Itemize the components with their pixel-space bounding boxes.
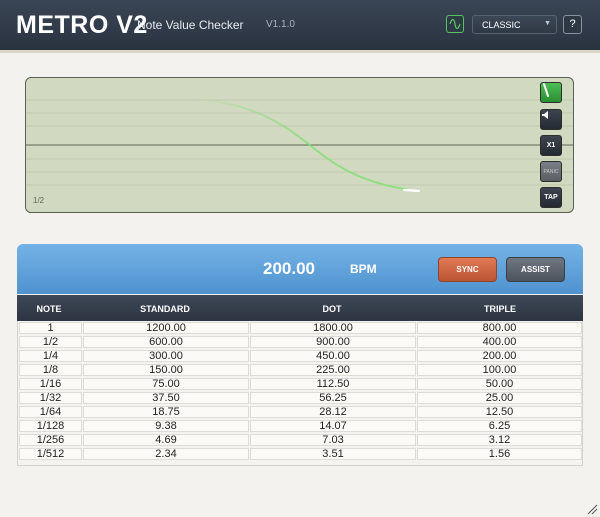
beat-trail-tip [402,188,421,193]
cell-triple: 3.12 [417,434,582,446]
preset-value: CLASSIC [482,20,521,30]
table-row: 1/512 2.34 3.51 1.56 [18,447,584,461]
cell-dot: 450.00 [250,350,416,362]
cell-dot: 112.50 [250,378,416,390]
version-label: V1.1.0 [266,19,295,30]
sine-wave-icon [449,19,461,29]
cell-standard: 1200.00 [83,322,249,334]
app-logo: METRO V2 [16,11,148,39]
panic-button[interactable]: PANIC [540,161,562,182]
bpm-panel: 200.00 BPM SYNC ASSIST [17,244,583,294]
help-button[interactable]: ? [563,15,582,34]
cell-standard: 9.38 [83,420,249,432]
cell-dot: 1800.00 [250,322,416,334]
column-header-note: NOTE [36,304,62,314]
table-row: 1/64 18.75 28.12 12.50 [18,405,584,419]
cell-dot: 7.03 [250,434,416,446]
bpm-value[interactable]: 200.00 [263,259,315,279]
graph-note-label: 1/2 [33,196,45,205]
cell-triple: 400.00 [417,336,582,348]
cell-note: 1/512 [19,448,82,460]
resize-grip-icon[interactable] [586,503,598,515]
cell-dot: 14.07 [250,420,416,432]
note-table-body: 1 1200.00 1800.00 800.00 1/2 600.00 900.00 400.… [17,321,583,466]
sync-button[interactable]: SYNC [438,257,497,282]
cell-note: 1/128 [19,420,82,432]
metronome-needle-icon [543,83,549,97]
preset-dropdown[interactable]: CLASSIC ▼ [472,15,557,34]
cell-note: 1/8 [19,364,82,376]
cell-note: 1/4 [19,350,82,362]
table-row: 1/4 300.00 450.00 200.00 [18,349,584,363]
tempo-graph: 1/2 X1 PANIC TAP [25,77,574,213]
cell-dot: 225.00 [250,364,416,376]
note-table-header: NOTE STANDARD DOT TRIPLE [17,295,583,321]
cell-note: 1/256 [19,434,82,446]
app-subtitle: Note Value Checker [137,18,244,32]
cell-note: 1/64 [19,406,82,418]
cell-standard: 4.69 [83,434,249,446]
table-row: 1/32 37.50 56.25 25.00 [18,391,584,405]
cell-triple: 800.00 [417,322,582,334]
column-header-triple: TRIPLE [483,304,517,314]
bpm-unit-label: BPM [350,262,377,276]
cell-triple: 25.00 [417,392,582,404]
header-divider [0,50,600,53]
table-row: 1/8 150.00 225.00 100.00 [18,363,584,377]
chevron-down-icon: ▼ [544,20,551,27]
cell-standard: 37.50 [83,392,249,404]
table-row: 1/256 4.69 7.03 3.12 [18,433,584,447]
cell-dot: 900.00 [250,336,416,348]
cell-triple: 1.56 [417,448,582,460]
cell-standard: 18.75 [83,406,249,418]
cell-triple: 6.25 [417,420,582,432]
cell-triple: 12.50 [417,406,582,418]
cell-dot: 28.12 [250,406,416,418]
tap-tempo-button[interactable]: TAP [540,187,562,208]
cell-note: 1/16 [19,378,82,390]
column-header-standard: STANDARD [140,304,190,314]
cell-note: 1/32 [19,392,82,404]
table-row: 1 1200.00 1800.00 800.00 [18,321,584,335]
cell-triple: 50.00 [417,378,582,390]
sound-toggle-button[interactable] [540,109,562,130]
cell-dot: 3.51 [250,448,416,460]
graph-canvas [26,97,573,193]
waveform-toggle-button[interactable] [446,15,464,33]
cell-dot: 56.25 [250,392,416,404]
cell-note: 1/2 [19,336,82,348]
cell-standard: 75.00 [83,378,249,390]
table-row: 1/2 600.00 900.00 400.00 [18,335,584,349]
header-bar: METRO V2 Note Value Checker V1.1.0 CLASS… [0,0,600,50]
x1-multiplier-button[interactable]: X1 [540,135,562,156]
assist-button[interactable]: ASSIST [506,257,565,282]
table-row: 1/16 75.00 112.50 50.00 [18,377,584,391]
column-header-dot: DOT [322,304,342,314]
cell-triple: 200.00 [417,350,582,362]
cell-note: 1 [19,322,82,334]
table-row: 1/128 9.38 14.07 6.25 [18,419,584,433]
cell-standard: 600.00 [83,336,249,348]
metronome-start-button[interactable] [540,82,562,103]
cell-standard: 300.00 [83,350,249,362]
cell-triple: 100.00 [417,364,582,376]
speaker-icon [542,111,548,119]
cell-standard: 2.34 [83,448,249,460]
cell-standard: 150.00 [83,364,249,376]
